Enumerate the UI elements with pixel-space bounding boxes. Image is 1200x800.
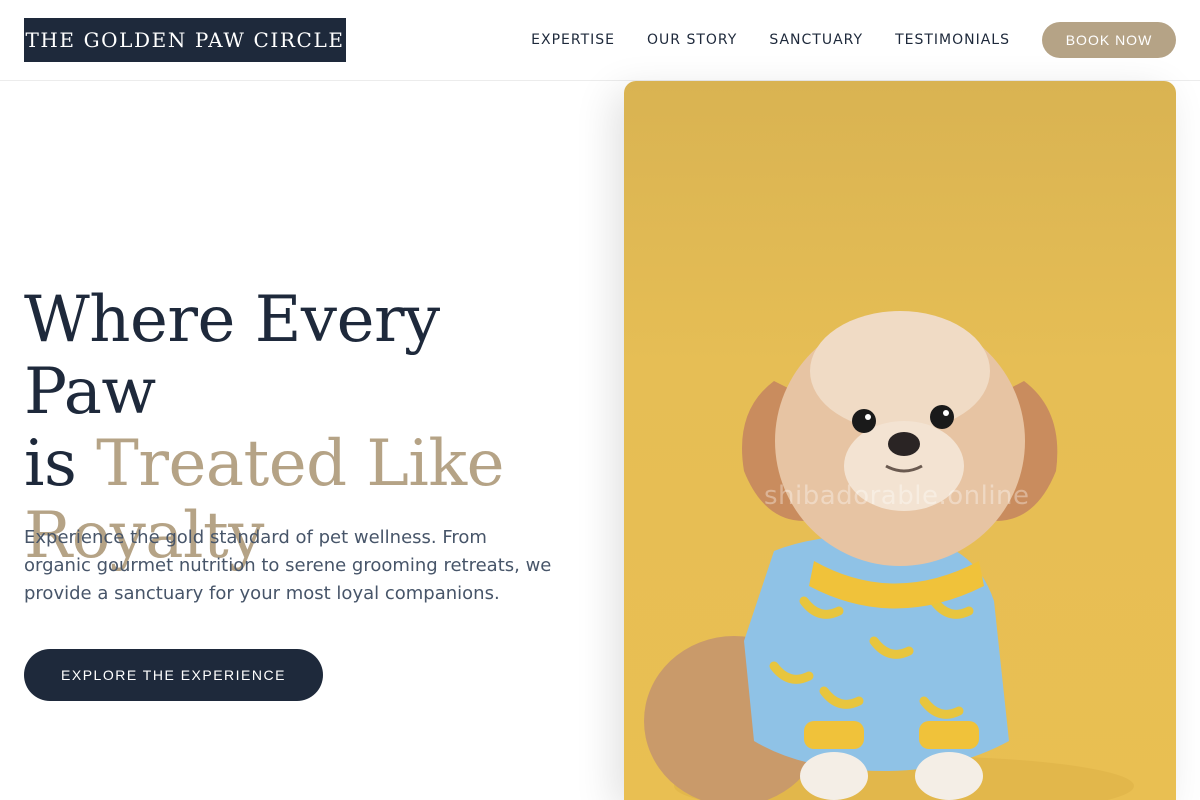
nav-link-testimonials[interactable]: TESTIMONIALS xyxy=(895,32,1010,48)
top-nav: THE GOLDEN PAW CIRCLE EXPERTISE OUR STOR… xyxy=(0,0,1200,81)
dog-illustration xyxy=(644,311,1134,800)
nav-link-expertise[interactable]: EXPERTISE xyxy=(531,32,615,48)
nav-links: EXPERTISE OUR STORY SANCTUARY TESTIMONIA… xyxy=(531,22,1176,58)
brand-logo[interactable]: THE GOLDEN PAW CIRCLE xyxy=(24,18,346,62)
hero-dog-image: shibadorable.online xyxy=(624,81,1176,800)
book-now-button[interactable]: BOOK NOW xyxy=(1042,22,1176,58)
nav-link-sanctuary[interactable]: SANCTUARY xyxy=(769,32,863,48)
explore-experience-button[interactable]: EXPLORE THE EXPERIENCE xyxy=(24,649,323,701)
hero-title-lead: is xyxy=(24,427,97,501)
nav-link-our-story[interactable]: OUR STORY xyxy=(647,32,737,48)
hero-subtitle: Experience the gold standard of pet well… xyxy=(24,527,552,604)
hero-title-line1: Where Every Paw xyxy=(24,283,440,429)
image-watermark: shibadorable.online xyxy=(764,481,1030,511)
